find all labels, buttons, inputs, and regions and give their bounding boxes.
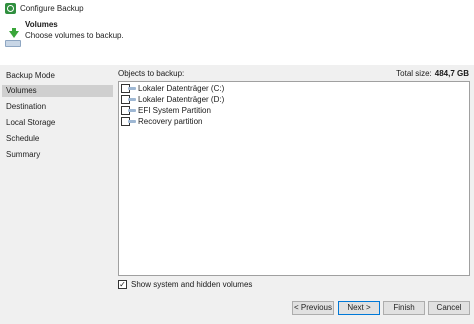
page-subtitle: Choose volumes to backup.: [25, 31, 124, 40]
volume-item-efi[interactable]: EFI System Partition: [121, 105, 321, 116]
finish-button[interactable]: Finish: [383, 301, 425, 315]
sidebar-item-summary[interactable]: Summary: [2, 149, 113, 161]
volume-item-recovery[interactable]: Recovery partition: [121, 116, 321, 127]
volume-label: Lokaler Datenträger (D:): [138, 95, 225, 104]
volume-label: Lokaler Datenträger (C:): [138, 84, 225, 93]
disk-volume-icon: [128, 87, 136, 90]
disk-volume-icon: [128, 98, 136, 101]
previous-button[interactable]: < Previous: [292, 301, 334, 315]
checkmark-icon[interactable]: ✓: [118, 280, 127, 289]
objects-label: Objects to backup:: [118, 69, 185, 78]
sidebar-item-local-storage[interactable]: Local Storage: [2, 117, 113, 129]
sidebar-item-schedule[interactable]: Schedule: [2, 133, 113, 145]
disk-volume-icon: [128, 120, 136, 123]
disk-volume-icon: [128, 109, 136, 112]
window-title: Configure Backup: [20, 4, 84, 13]
total-size-label: Total size:: [396, 69, 432, 78]
sidebar-item-volumes[interactable]: Volumes: [2, 85, 113, 97]
wizard-header: Volumes Choose volumes to backup.: [0, 17, 474, 65]
volumes-tree[interactable]: Lokaler Datenträger (C:) Lokaler Datentr…: [118, 81, 470, 276]
show-hidden-label: Show system and hidden volumes: [131, 280, 253, 289]
volume-label: EFI System Partition: [138, 106, 211, 115]
total-size-value: 484,7 GB: [434, 69, 469, 78]
volume-label: Recovery partition: [138, 117, 203, 126]
download-to-drive-icon: [5, 28, 21, 53]
total-size: Total size: 484,7 GB: [396, 69, 469, 78]
page-title: Volumes: [25, 20, 58, 29]
main-panel: Objects to backup: Total size: 484,7 GB L…: [115, 65, 474, 324]
show-hidden-volumes-checkbox[interactable]: ✓ Show system and hidden volumes: [118, 279, 318, 290]
volume-item-c[interactable]: Lokaler Datenträger (C:): [121, 83, 321, 94]
next-button[interactable]: Next >: [338, 301, 380, 315]
sidebar-item-destination[interactable]: Destination: [2, 101, 113, 113]
cancel-button[interactable]: Cancel: [428, 301, 470, 315]
sidebar-item-backup-mode[interactable]: Backup Mode: [2, 70, 113, 82]
wizard-steps-sidebar: Backup Mode Volumes Destination Local St…: [0, 65, 115, 324]
volume-item-d[interactable]: Lokaler Datenträger (D:): [121, 94, 321, 105]
app-icon: [5, 3, 16, 14]
title-bar: Configure Backup: [0, 0, 474, 17]
